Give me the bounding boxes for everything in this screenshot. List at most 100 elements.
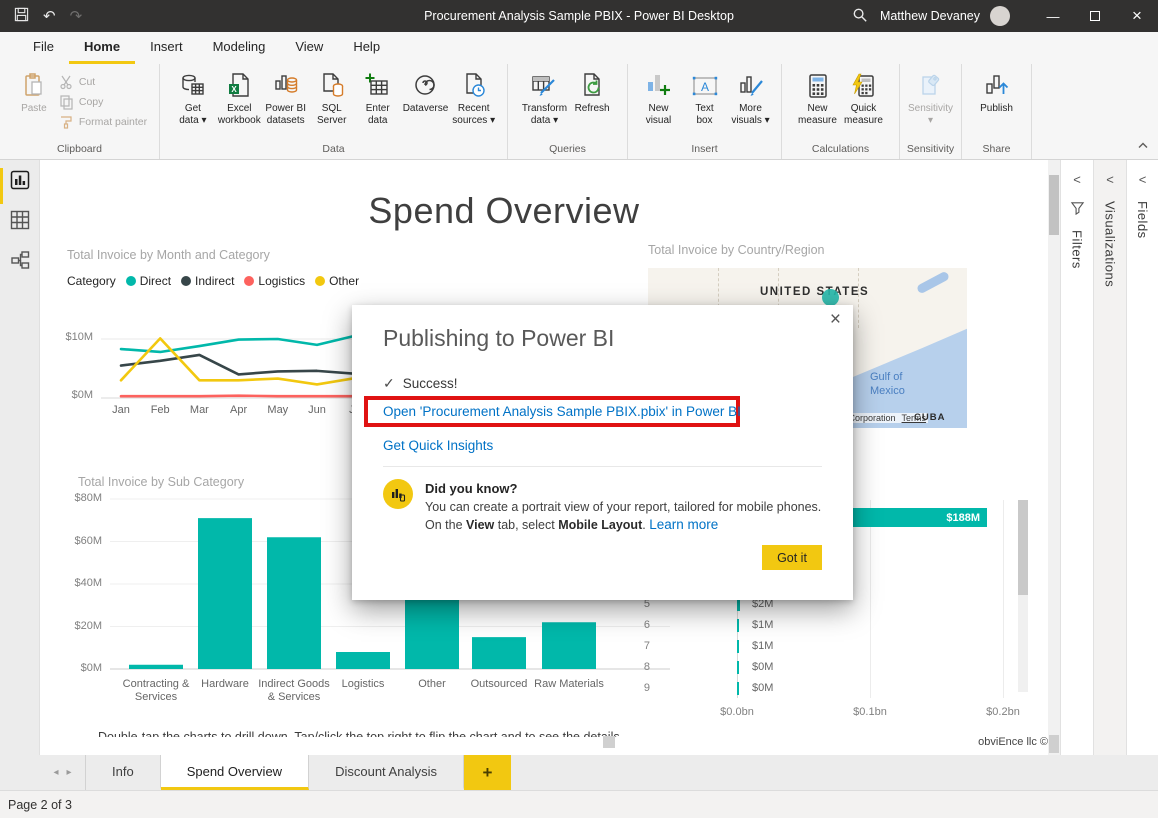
expand-visualizations-icon[interactable]: < [1106, 172, 1114, 187]
dataverse-button[interactable]: Dataverse [402, 68, 450, 115]
expand-fields-icon[interactable]: < [1139, 172, 1147, 187]
x-tick-label: Feb [144, 404, 176, 416]
recent-sources-button[interactable]: Recent sources ▾ [451, 68, 496, 127]
expand-filters-icon[interactable]: < [1073, 172, 1081, 187]
menu-home[interactable]: Home [69, 32, 135, 64]
refresh-button[interactable]: Refresh [570, 68, 614, 115]
fields-panel-collapsed[interactable]: < Fields [1126, 160, 1158, 755]
group-label-clipboard: Clipboard [0, 142, 159, 159]
report-view-button[interactable] [0, 160, 40, 200]
hbar-row[interactable]: 6$1M [630, 616, 1048, 636]
powerbi-datasets-button[interactable]: Power BI datasets [264, 68, 308, 127]
hbar-row[interactable]: 9$0M [630, 679, 1048, 699]
hbar-scrollbar-thumb[interactable] [1018, 500, 1028, 595]
data-view-button[interactable] [0, 200, 40, 240]
text-box-button[interactable]: A Text box [683, 68, 727, 127]
search-icon[interactable] [852, 7, 868, 26]
menu-file[interactable]: File [18, 32, 69, 64]
bar-4[interactable] [405, 595, 459, 669]
avatar[interactable] [990, 6, 1010, 26]
bar-2[interactable] [267, 537, 321, 669]
format-painter-icon [58, 114, 74, 130]
transform-data-icon [529, 71, 559, 101]
menu-view[interactable]: View [280, 32, 338, 64]
more-visuals-button[interactable]: More visuals ▾ [729, 68, 773, 127]
canvas-scrollbar-thumb[interactable] [1049, 175, 1059, 235]
series-line-logistics[interactable] [121, 396, 356, 397]
open-in-powerbi-link[interactable]: Open 'Procurement Analysis Sample PBIX.p… [368, 404, 741, 419]
get-data-button[interactable]: Get data ▾ [171, 68, 215, 127]
close-button[interactable]: × [1116, 0, 1158, 32]
next-page-icon[interactable]: ▸ [67, 767, 72, 778]
maximize-button[interactable] [1074, 0, 1116, 32]
legend-item[interactable]: Direct [126, 274, 171, 288]
enter-data-button[interactable]: Enter data [356, 68, 400, 127]
ribbon-group-data: Get data ▾ X Excel workbook Power BI dat… [160, 64, 508, 159]
tip-icon [383, 479, 413, 509]
bar-5[interactable] [472, 637, 526, 669]
enter-data-icon [363, 71, 393, 101]
legend-dot [244, 276, 254, 286]
transform-data-button[interactable]: Transform data ▾ [521, 68, 568, 127]
svg-text:A: A [700, 80, 708, 94]
legend-item[interactable]: Logistics [244, 274, 305, 288]
page-tabstrip: ◂ ▸ Info Spend Overview Discount Analysi… [0, 755, 1158, 790]
hbar-row[interactable]: 8$0M [630, 658, 1048, 678]
row-bar[interactable] [737, 619, 739, 632]
filters-panel-collapsed[interactable]: < Filters [1060, 160, 1093, 755]
cut-icon [58, 74, 74, 90]
map-title: Total Invoice by Country/Region [648, 243, 824, 257]
menubar: File Home Insert Modeling View Help [0, 32, 1158, 64]
page-title: Spend Overview [40, 190, 968, 232]
save-icon[interactable] [14, 7, 29, 25]
new-page-button[interactable]: + [464, 755, 511, 790]
new-visual-button[interactable]: New visual [637, 68, 681, 127]
menu-insert[interactable]: Insert [135, 32, 198, 64]
map-data-bubble[interactable] [822, 289, 839, 306]
undo-icon[interactable]: ↶ [43, 9, 56, 24]
sql-server-button[interactable]: SQL Server [310, 68, 354, 127]
new-measure-button[interactable]: New measure [796, 68, 840, 127]
excel-workbook-button[interactable]: X Excel workbook [217, 68, 262, 127]
tab-spend-overview[interactable]: Spend Overview [161, 755, 309, 790]
legend-item[interactable]: Indirect [181, 274, 234, 288]
collapse-ribbon-icon[interactable] [1138, 136, 1148, 154]
copy-button: Copy [58, 94, 147, 110]
quick-measure-button[interactable]: Quick measure [842, 68, 886, 127]
canvas-vertical-scrollbar[interactable] [1048, 160, 1060, 755]
series-line-indirect[interactable] [121, 355, 356, 374]
subcategory-chart-title: Total Invoice by Sub Category [78, 475, 244, 489]
prev-page-icon[interactable]: ◂ [53, 767, 58, 778]
row-value-label: $1M [752, 619, 773, 631]
got-it-button[interactable]: Got it [762, 545, 822, 570]
row-bar[interactable] [737, 682, 739, 695]
dialog-close-icon[interactable]: × [830, 309, 841, 331]
menu-modeling[interactable]: Modeling [198, 32, 281, 64]
publish-button[interactable]: Publish [975, 68, 1019, 115]
visualizations-panel-collapsed[interactable]: < Visualizations [1093, 160, 1126, 755]
bar-0[interactable] [129, 665, 183, 669]
x-tick-label: Jun [301, 404, 333, 416]
bar-3[interactable] [336, 652, 390, 669]
bar-6[interactable] [542, 622, 596, 669]
fields-panel-label: Fields [1135, 201, 1150, 239]
row-bar[interactable] [737, 640, 739, 653]
legend-dot [181, 276, 191, 286]
format-painter-button: Format painter [58, 114, 147, 130]
active-view-indicator [0, 168, 3, 204]
hbar-row[interactable]: 7$1M [630, 637, 1048, 657]
minimize-button[interactable]: — [1032, 0, 1074, 32]
bar-1[interactable] [198, 518, 252, 669]
text-box-icon: A [690, 71, 720, 101]
get-quick-insights-link[interactable]: Get Quick Insights [383, 438, 493, 453]
model-view-button[interactable] [0, 240, 40, 280]
ribbon-group-share: Publish Share [962, 64, 1032, 159]
tab-info[interactable]: Info [86, 755, 161, 790]
row-bar[interactable] [737, 661, 739, 674]
x-tick-label: Apr [223, 404, 255, 416]
learn-more-link[interactable]: Learn more [649, 517, 718, 532]
account-name[interactable]: Matthew Devaney [880, 9, 980, 23]
menu-help[interactable]: Help [338, 32, 395, 64]
tab-discount-analysis[interactable]: Discount Analysis [309, 755, 464, 790]
legend-item[interactable]: Other [315, 274, 359, 288]
